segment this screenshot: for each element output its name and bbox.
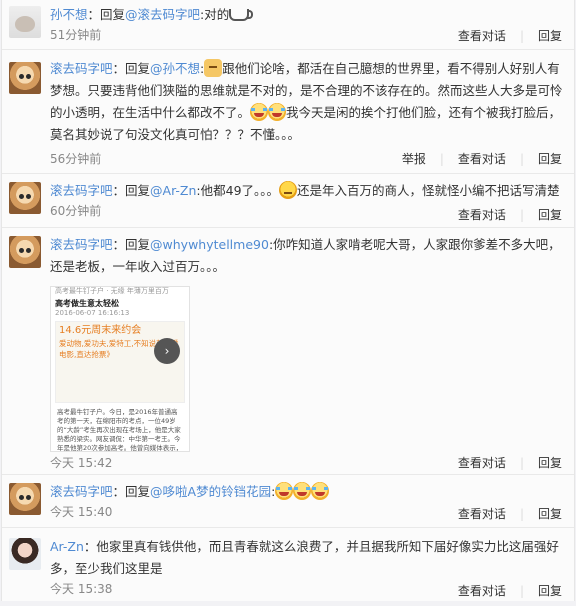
view-conversation-link[interactable]: 查看对话	[458, 152, 506, 166]
comment-actions: 举报 | 查看对话 | 回复	[401, 152, 562, 166]
chevron-right-icon: ›	[154, 338, 180, 364]
comment-username[interactable]: 滚去码字吧	[50, 237, 113, 252]
comment-list: 孙不想：回复@滚去码字吧:对的 51分钟前 查看对话 | 回复 滚去码字吧：回复@孙…	[1, 0, 575, 601]
comment-item: 滚去码字吧：回复@Ar-Zn:他都49了。。。 还是年入百万的商人，怪就怪小编不把…	[2, 174, 574, 228]
avatar[interactable]	[9, 182, 41, 214]
avatar[interactable]	[9, 483, 41, 515]
comment-username[interactable]: 滚去码字吧	[50, 183, 113, 198]
view-conversation-link[interactable]: 查看对话	[458, 456, 506, 470]
report-link[interactable]: 举报	[402, 152, 426, 166]
avatar[interactable]	[9, 236, 41, 268]
comment-actions: 查看对话 | 回复	[457, 29, 562, 43]
mention-link[interactable]: @whywhytellme90	[150, 237, 269, 252]
coffee-emoji-icon	[229, 9, 254, 21]
view-conversation-link[interactable]: 查看对话	[458, 29, 506, 43]
comment-username[interactable]: 孙不想	[50, 7, 88, 22]
dog-emoji-icon	[204, 59, 223, 77]
comment-actions: 查看对话 | 回复	[457, 507, 562, 521]
comment-item: 滚去码字吧：回复@孙不想: 跟他们论啥，都活在自己臆想的世界里，看不得别人好别人有…	[2, 50, 574, 174]
comment-actions: 查看对话 | 回复	[457, 456, 562, 470]
reply-link[interactable]: 回复	[538, 456, 562, 470]
comment-item: 滚去码字吧：回复@whywhytellme90:你咋知道人家啃老呢大哥，人家跟你…	[2, 228, 574, 475]
comment-username[interactable]: 滚去码字吧	[50, 484, 113, 499]
comment-actions: 查看对话 | 回复	[457, 584, 562, 598]
mention-link[interactable]: @孙不想	[150, 61, 200, 76]
laugh-tears-emoji-icon	[268, 103, 287, 121]
laugh-tears-emoji-icon	[311, 482, 330, 500]
reply-link[interactable]: 回复	[538, 29, 562, 43]
mention-link[interactable]: @Ar-Zn	[150, 183, 196, 198]
attached-image[interactable]: 高考最牛钉子户 · 无缘 年薄万里百万 高考做生意太轻松 2016-06-07 …	[50, 286, 190, 452]
comment-item: Ar-Zn：他家里真有钱供他，而且青春就这么浪费了，并且据我所知下届好像实力比这…	[2, 528, 574, 606]
laugh-tears-emoji-icon	[250, 103, 269, 121]
view-conversation-link[interactable]: 查看对话	[458, 208, 506, 222]
reply-link[interactable]: 回复	[538, 507, 562, 521]
view-conversation-link[interactable]: 查看对话	[458, 584, 506, 598]
reply-link[interactable]: 回复	[538, 152, 562, 166]
view-conversation-link[interactable]: 查看对话	[458, 507, 506, 521]
laugh-tears-emoji-icon	[293, 482, 312, 500]
reply-link[interactable]: 回复	[538, 208, 562, 222]
laugh-tears-emoji-icon	[275, 482, 294, 500]
image-ad-block: 14.6元周末来约会 爱动物,爱功夫,爱特工,不知说就是爱电影,直达抢票》 ›	[55, 321, 185, 403]
comment-username[interactable]: Ar-Zn	[50, 539, 84, 554]
comment-username[interactable]: 滚去码字吧	[50, 61, 113, 76]
comment-item: 滚去码字吧：回复@哆啦A梦的铃铛花园: 今天 15:40 查看对话 | 回复	[2, 475, 574, 528]
mention-link[interactable]: @滚去码字吧	[125, 7, 200, 22]
sweat-emoji-icon	[279, 181, 298, 199]
avatar[interactable]	[9, 538, 41, 570]
comment-time: 今天 15:42	[50, 456, 113, 470]
reply-link[interactable]: 回复	[538, 584, 562, 598]
avatar[interactable]	[9, 62, 41, 94]
comment-actions: 查看对话 | 回复	[457, 208, 562, 222]
avatar[interactable]	[9, 6, 41, 38]
mention-link[interactable]: @哆啦A梦的铃铛花园	[150, 484, 271, 499]
comment-item: 孙不想：回复@滚去码字吧:对的 51分钟前 查看对话 | 回复	[2, 0, 574, 50]
